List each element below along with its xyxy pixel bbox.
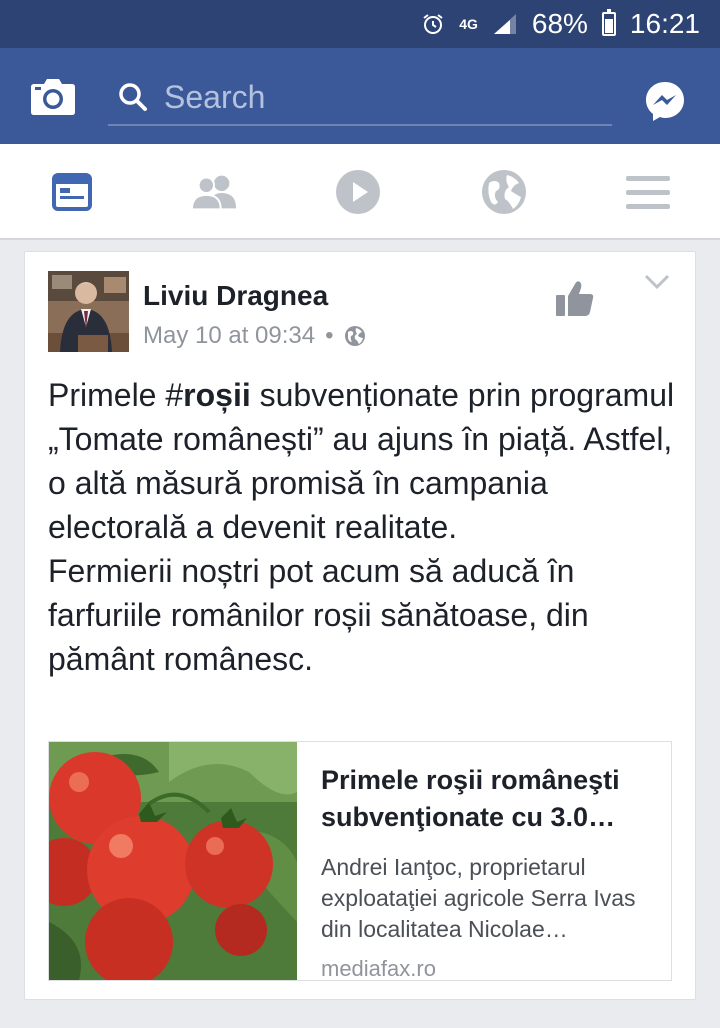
search-bar[interactable]: [108, 70, 612, 126]
meta-separator: •: [325, 322, 334, 349]
tab-notifications[interactable]: [480, 170, 528, 214]
top-bar: [0, 48, 720, 144]
tab-video[interactable]: [334, 170, 382, 214]
chevron-down-icon: [644, 274, 670, 290]
status-bar: 4G 68% 16:21: [0, 0, 720, 48]
post-options-button[interactable]: [643, 272, 671, 292]
friends-icon: [190, 175, 237, 211]
signal-icon: [492, 12, 518, 36]
nav-tab-bar: [0, 144, 720, 240]
like-page-button[interactable]: [555, 278, 595, 318]
post-body: Primele #roșii subvenționate prin progra…: [48, 373, 684, 681]
link-title[interactable]: Primele roşii româneşti subvenţionate cu…: [321, 762, 655, 836]
post-timestamp[interactable]: May 10 at 09:34: [143, 322, 315, 350]
post-author[interactable]: Liviu Dragnea: [143, 280, 328, 312]
network-type: 4G: [459, 16, 478, 32]
search-input[interactable]: [164, 78, 604, 116]
link-preview-card[interactable]: Primele roşii româneşti subvenţionate cu…: [48, 741, 672, 981]
news-feed-icon: [52, 173, 92, 211]
post-meta: May 10 at 09:34 •: [143, 322, 366, 350]
messenger-icon[interactable]: [644, 80, 686, 122]
avatar[interactable]: [48, 271, 129, 352]
thumbs-up-icon: [556, 281, 594, 316]
search-icon: [119, 83, 147, 111]
tab-news-feed[interactable]: [48, 170, 96, 214]
tab-menu[interactable]: [624, 170, 672, 214]
hashtag-link[interactable]: roșii: [183, 377, 251, 413]
link-description: Andrei Ianţoc, proprietarul exploataţiei…: [321, 854, 636, 942]
clock: 16:21: [629, 8, 700, 39]
menu-icon: [626, 176, 670, 209]
camera-icon[interactable]: [30, 78, 76, 116]
battery-percent: 68%: [531, 8, 588, 39]
post-paragraph-2: Fermierii noștri pot acum să aducă în fa…: [48, 553, 589, 677]
video-icon: [336, 170, 380, 214]
globe-icon: [344, 326, 365, 346]
alarm-icon: [421, 12, 445, 36]
battery-level-fill: [604, 19, 613, 33]
link-thumbnail: [49, 742, 297, 980]
feed-post: Liviu Dragnea May 10 at 09:34 • Primele …: [24, 251, 696, 1000]
globe-icon: [482, 170, 526, 214]
post-paragraph-1: Primele #roșii subvenționate prin progra…: [48, 377, 675, 545]
link-domain: mediafax.ro: [321, 956, 436, 981]
battery-icon: [601, 9, 616, 36]
tab-friends[interactable]: [190, 170, 238, 214]
